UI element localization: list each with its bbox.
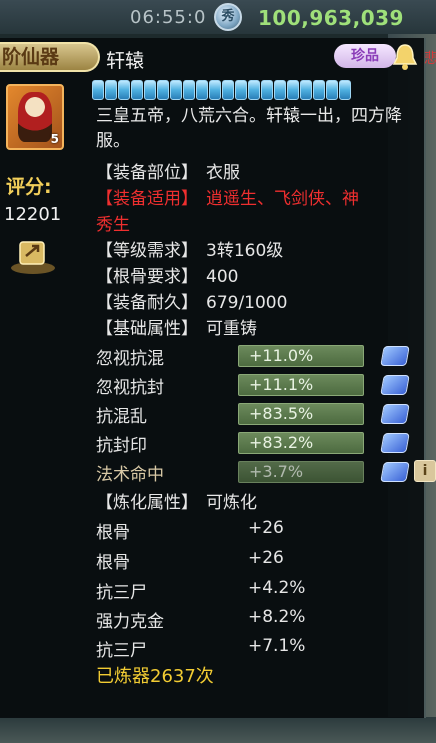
durability-segment <box>326 80 338 100</box>
durability-segment <box>118 80 130 100</box>
refine-attribute-value: +7.1% <box>248 636 306 656</box>
item-description: 三皇五帝，八荒六合。轩辕一出，四方降服。 <box>96 106 402 151</box>
attribute-value-bar: +83.2% <box>238 432 364 454</box>
durability-segment <box>313 80 325 100</box>
status-bar: 06:55:0 秀 100,963,039 <box>0 0 436 34</box>
attribute-value-bar: +11.1% <box>238 374 364 396</box>
durability-segment <box>287 80 299 100</box>
durability-segment <box>92 80 104 100</box>
info-icon[interactable]: i <box>414 460 436 482</box>
attribute-level-icon[interactable] <box>380 433 410 453</box>
background-bottom <box>0 717 436 743</box>
durability-segment <box>196 80 208 100</box>
durability-segment <box>261 80 273 100</box>
field-row: 【等级需求】 3转160级 <box>96 241 284 261</box>
attribute-level-icon[interactable] <box>380 375 410 395</box>
durability-segment <box>235 80 247 100</box>
item-portrait <box>18 92 52 142</box>
attribute-name: 法术命中 <box>96 465 164 485</box>
refine-attribute-value: +8.2% <box>248 607 306 627</box>
durability-segment <box>339 80 351 100</box>
score-label: 评分: <box>6 176 52 198</box>
durability-segment <box>209 80 221 100</box>
currency-value: 100,963,039 <box>258 6 404 30</box>
item-slot-level: 5 <box>50 132 59 146</box>
bell-icon[interactable] <box>392 42 418 72</box>
refine-attribute-name: 根骨 <box>96 523 130 543</box>
attribute-value-bar: +83.5% <box>238 403 364 425</box>
field-row: 【装备部位】 衣服 <box>96 163 240 183</box>
clock: 06:55:0 <box>130 7 207 28</box>
refine-count: 已炼器2637次 <box>96 666 214 687</box>
attribute-level-icon[interactable] <box>380 462 410 482</box>
attribute-name: 忽视抗混 <box>96 349 164 369</box>
durability-segment <box>131 80 143 100</box>
score-value: 12201 <box>4 204 62 225</box>
field-row: 秀生 <box>96 215 130 235</box>
durability-segment <box>170 80 182 100</box>
currency-icon: 秀 <box>214 3 242 31</box>
item-slot[interactable]: 5 <box>6 84 64 150</box>
durability-segment <box>183 80 195 100</box>
refine-attribute-value: +26 <box>248 518 284 538</box>
field-row: 【装备耐久】 679/1000 <box>96 293 288 313</box>
attribute-name: 抗混乱 <box>96 407 147 427</box>
share-icon[interactable] <box>8 232 58 276</box>
item-name: 轩辕 <box>106 50 145 72</box>
durability-segment <box>105 80 117 100</box>
tier-badge: 阶仙器 <box>0 42 100 72</box>
durability-segment <box>300 80 312 100</box>
attribute-name: 抗封印 <box>96 436 147 456</box>
rarity-badge: 珍品 <box>334 44 396 68</box>
attribute-level-icon[interactable] <box>380 404 410 424</box>
edge-text: 悲 <box>424 51 436 67</box>
durability-bar <box>92 80 351 100</box>
durability-segment <box>248 80 260 100</box>
durability-segment <box>157 80 169 100</box>
refine-attribute-value: +26 <box>248 548 284 568</box>
refine-header: 【炼化属性】 可炼化 <box>96 493 257 513</box>
field-row: 【装备适用】 逍遥生、飞剑侠、神 <box>96 189 359 209</box>
refine-attribute-value: +4.2% <box>248 578 306 598</box>
attribute-value-bar: +11.0% <box>238 345 364 367</box>
attribute-level-icon[interactable] <box>380 346 410 366</box>
durability-segment <box>274 80 286 100</box>
durability-segment <box>144 80 156 100</box>
field-row: 【基础属性】 可重铸 <box>96 319 257 339</box>
attribute-value-bar: +3.7% <box>238 461 364 483</box>
refine-attribute-name: 根骨 <box>96 553 130 573</box>
refine-attribute-name: 抗三尸 <box>96 583 147 603</box>
field-row: 【根骨要求】 400 <box>96 267 239 287</box>
durability-segment <box>222 80 234 100</box>
refine-attribute-name: 强力克金 <box>96 612 164 632</box>
attribute-name: 忽视抗封 <box>96 378 164 398</box>
refine-attribute-name: 抗三尸 <box>96 641 147 661</box>
